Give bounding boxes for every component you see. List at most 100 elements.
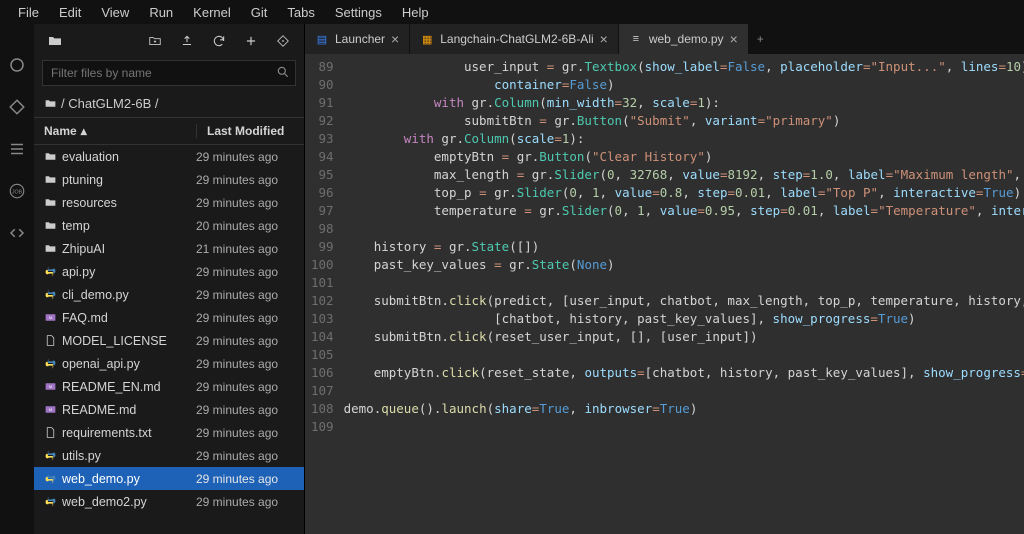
file-row[interactable]: openai_api.py29 minutes ago (34, 352, 304, 375)
search-icon (276, 65, 290, 82)
folder-icon (44, 97, 57, 110)
close-icon[interactable]: × (730, 31, 738, 47)
file-row[interactable]: ZhipuAI21 minutes ago (34, 237, 304, 260)
new-folder-icon[interactable] (142, 28, 168, 54)
svg-text:M: M (49, 385, 52, 389)
menu-edit[interactable]: Edit (49, 3, 91, 22)
breadcrumb-text: / ChatGLM2-6B / (61, 96, 159, 111)
menu-run[interactable]: Run (139, 3, 183, 22)
file-name: README_EN.md (62, 380, 196, 394)
file-row[interactable]: ptuning29 minutes ago (34, 168, 304, 191)
menu-kernel[interactable]: Kernel (183, 3, 241, 22)
file-row[interactable]: temp20 minutes ago (34, 214, 304, 237)
file-name: openai_api.py (62, 357, 196, 371)
code-editor[interactable]: 8990919293949596979899100101102103104105… (305, 54, 1024, 534)
file-modified: 29 minutes ago (196, 426, 294, 440)
activity-bar: JOB (0, 24, 34, 534)
md-icon: M (44, 403, 62, 416)
file-list: evaluation29 minutes agoptuning29 minute… (34, 145, 304, 534)
file-row[interactable]: utils.py29 minutes ago (34, 444, 304, 467)
menu-help[interactable]: Help (392, 3, 439, 22)
file-modified: 29 minutes ago (196, 357, 294, 371)
md-icon: M (44, 380, 62, 393)
menu-git[interactable]: Git (241, 3, 278, 22)
file-name: FAQ.md (62, 311, 196, 325)
file-name: MODEL_LICENSE (62, 334, 196, 348)
file-modified: 29 minutes ago (196, 265, 294, 279)
diamond-icon[interactable] (6, 96, 28, 118)
python-icon (44, 449, 62, 462)
file-row[interactable]: api.py29 minutes ago (34, 260, 304, 283)
list-icon[interactable] (6, 138, 28, 160)
file-name: requirements.txt (62, 426, 196, 440)
menubar: FileEditViewRunKernelGitTabsSettingsHelp (0, 0, 1024, 24)
file-name: web_demo.py (62, 472, 196, 486)
tab[interactable]: ≡ web_demo.py × (619, 24, 749, 54)
code-content[interactable]: user_input = gr.Textbox(show_label=False… (344, 54, 1024, 534)
notebook-icon: ▦ (420, 32, 434, 46)
file-modified: 29 minutes ago (196, 311, 294, 325)
file-row[interactable]: M README.md29 minutes ago (34, 398, 304, 421)
file-row[interactable]: evaluation29 minutes ago (34, 145, 304, 168)
file-name: README.md (62, 403, 196, 417)
file-name: cli_demo.py (62, 288, 196, 302)
svg-text:JOB: JOB (12, 189, 23, 195)
tab-label: Langchain-ChatGLM2-6B-Ali (440, 32, 593, 46)
file-name: utils.py (62, 449, 196, 463)
line-gutter: 8990919293949596979899100101102103104105… (305, 54, 344, 534)
python-icon (44, 265, 62, 278)
tab-label: web_demo.py (649, 32, 724, 46)
file-name: web_demo2.py (62, 495, 196, 509)
file-name: ZhipuAI (62, 242, 196, 256)
column-modified[interactable]: Last Modified (196, 124, 294, 138)
close-icon[interactable]: × (391, 31, 399, 47)
tab[interactable]: ▤Launcher× (305, 24, 410, 54)
menu-view[interactable]: View (91, 3, 139, 22)
upload-icon[interactable] (174, 28, 200, 54)
python-icon: ≡ (629, 32, 643, 46)
folder-open-icon[interactable] (42, 28, 68, 54)
python-icon (44, 288, 62, 301)
menu-tabs[interactable]: Tabs (277, 3, 324, 22)
refresh-icon[interactable] (206, 28, 232, 54)
file-modified: 29 minutes ago (196, 403, 294, 417)
filter-input[interactable] (42, 60, 296, 86)
file-name: temp (62, 219, 196, 233)
file-modified: 29 minutes ago (196, 288, 294, 302)
close-icon[interactable]: × (600, 31, 608, 47)
menu-settings[interactable]: Settings (325, 3, 392, 22)
file-modified: 29 minutes ago (196, 380, 294, 394)
md-icon: M (44, 311, 62, 324)
file-modified: 29 minutes ago (196, 173, 294, 187)
file-list-header: Name▴ Last Modified (34, 117, 304, 145)
job-icon[interactable]: JOB (6, 180, 28, 202)
file-row[interactable]: web_demo2.py29 minutes ago (34, 490, 304, 513)
editor-area: ▤Launcher× ▦ Langchain-ChatGLM2-6B-Ali × ≡ we… (304, 24, 1024, 534)
file-modified: 29 minutes ago (196, 150, 294, 164)
git-circle-icon[interactable] (6, 54, 28, 76)
file-row[interactable]: cli_demo.py29 minutes ago (34, 283, 304, 306)
python-icon (44, 495, 62, 508)
plus-icon[interactable] (238, 28, 264, 54)
file-name: resources (62, 196, 196, 210)
code-icon[interactable] (6, 222, 28, 244)
file-browser: / ChatGLM2-6B / Name▴ Last Modified eval… (34, 24, 304, 534)
file-row[interactable]: requirements.txt29 minutes ago (34, 421, 304, 444)
folder-icon (44, 196, 62, 209)
column-name[interactable]: Name▴ (44, 124, 196, 138)
breadcrumb[interactable]: / ChatGLM2-6B / (34, 92, 304, 117)
git-icon[interactable] (270, 28, 296, 54)
file-browser-toolbar (34, 24, 304, 58)
file-row[interactable]: MFAQ.md29 minutes ago (34, 306, 304, 329)
file-row[interactable]: MODEL_LICENSE29 minutes ago (34, 329, 304, 352)
file-modified: 29 minutes ago (196, 334, 294, 348)
file-row[interactable]: M README_EN.md29 minutes ago (34, 375, 304, 398)
file-row[interactable]: resources29 minutes ago (34, 191, 304, 214)
file-modified: 21 minutes ago (196, 242, 294, 256)
file-icon (44, 334, 62, 347)
file-row[interactable]: web_demo.py29 minutes ago (34, 467, 304, 490)
menu-file[interactable]: File (8, 3, 49, 22)
new-tab-button[interactable]: + (749, 24, 773, 54)
tab[interactable]: ▦ Langchain-ChatGLM2-6B-Ali × (410, 24, 619, 54)
svg-text:M: M (49, 408, 52, 412)
